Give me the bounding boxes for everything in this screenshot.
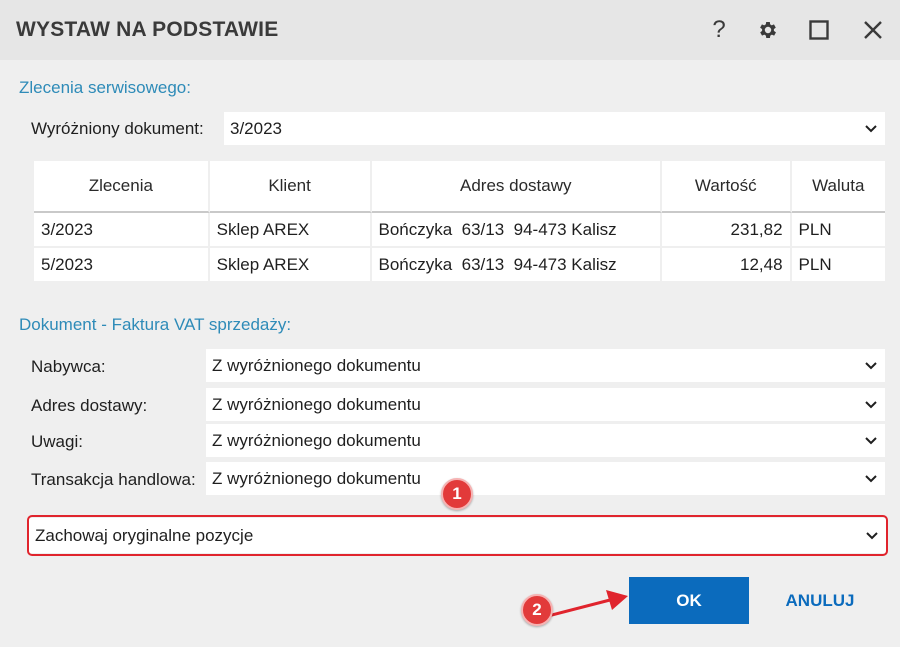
cell-value: 231,82 bbox=[662, 213, 792, 248]
gear-icon bbox=[760, 22, 776, 38]
column-header-value[interactable]: Wartość bbox=[662, 161, 792, 213]
close-icon bbox=[864, 21, 882, 39]
notes-select[interactable]: Z wyróżnionego dokumentu bbox=[206, 424, 885, 457]
maximize-button[interactable] bbox=[803, 14, 835, 46]
highlighted-document-value: 3/2023 bbox=[230, 118, 282, 138]
annotation-badge-1: 1 bbox=[441, 478, 473, 510]
cancel-button[interactable]: ANULUJ bbox=[770, 577, 870, 624]
column-header-client[interactable]: Klient bbox=[209, 161, 372, 213]
buyer-select[interactable]: Z wyróżnionego dokumentu bbox=[206, 349, 885, 382]
cell-client: Sklep AREX bbox=[209, 248, 372, 283]
cell-currency: PLN bbox=[791, 213, 885, 248]
cell-order: 5/2023 bbox=[34, 248, 210, 283]
chevron-down-icon bbox=[865, 124, 877, 132]
column-header-orders[interactable]: Zlecenia bbox=[34, 161, 210, 213]
chevron-down-icon bbox=[865, 400, 877, 408]
chevron-down-icon bbox=[865, 436, 877, 444]
notes-label: Uwagi: bbox=[31, 432, 83, 451]
cell-client: Sklep AREX bbox=[209, 213, 372, 248]
buyer-value: Z wyróżnionego dokumentu bbox=[212, 355, 421, 375]
table-row[interactable]: 5/2023 Sklep AREX Bończyka 63/13 94-473 … bbox=[34, 248, 885, 283]
delivery-address-value: Z wyróżnionego dokumentu bbox=[212, 394, 421, 414]
table-row[interactable]: 3/2023 Sklep AREX Bończyka 63/13 94-473 … bbox=[34, 213, 885, 248]
annotation-highlight-box bbox=[27, 515, 888, 556]
help-button[interactable]: ? bbox=[703, 14, 735, 46]
service-orders-section-label: Zlecenia serwisowego: bbox=[19, 78, 191, 97]
window-title: WYSTAW NA PODSTAWIE bbox=[16, 18, 279, 41]
cell-order: 3/2023 bbox=[34, 213, 210, 248]
close-button[interactable] bbox=[857, 14, 889, 46]
document-section-label: Dokument - Faktura VAT sprzedaży: bbox=[19, 315, 292, 334]
question-mark-icon: ? bbox=[712, 16, 726, 43]
delivery-address-select[interactable]: Z wyróżnionego dokumentu bbox=[206, 388, 885, 421]
title-bar: WYSTAW NA PODSTAWIE ? bbox=[0, 0, 900, 60]
cell-address: Bończyka 63/13 94-473 Kalisz bbox=[371, 248, 663, 283]
chevron-down-icon bbox=[865, 361, 877, 369]
settings-button[interactable] bbox=[752, 14, 784, 46]
transaction-select[interactable]: Z wyróżnionego dokumentu bbox=[206, 462, 885, 495]
service-orders-table: Zlecenia Klient Adres dostawy Wartość Wa… bbox=[34, 161, 885, 283]
highlighted-document-select[interactable]: 3/2023 bbox=[224, 112, 885, 145]
chevron-down-icon bbox=[865, 474, 877, 482]
annotation-arrow-icon bbox=[540, 590, 628, 620]
square-icon bbox=[809, 20, 829, 40]
table-header-row: Zlecenia Klient Adres dostawy Wartość Wa… bbox=[34, 161, 885, 213]
cell-address: Bończyka 63/13 94-473 Kalisz bbox=[371, 213, 663, 248]
annotation-badge-2: 2 bbox=[521, 594, 553, 626]
buyer-label: Nabywca: bbox=[31, 357, 106, 376]
transaction-label: Transakcja handlowa: bbox=[31, 470, 196, 489]
delivery-address-label: Adres dostawy: bbox=[31, 396, 148, 415]
highlighted-document-label: Wyróżniony dokument: bbox=[31, 119, 204, 138]
column-header-currency[interactable]: Waluta bbox=[791, 161, 885, 213]
transaction-value: Z wyróżnionego dokumentu bbox=[212, 468, 421, 488]
notes-value: Z wyróżnionego dokumentu bbox=[212, 430, 421, 450]
cell-currency: PLN bbox=[791, 248, 885, 283]
ok-button[interactable]: OK bbox=[629, 577, 749, 624]
column-header-address[interactable]: Adres dostawy bbox=[371, 161, 663, 213]
cell-value: 12,48 bbox=[662, 248, 792, 283]
